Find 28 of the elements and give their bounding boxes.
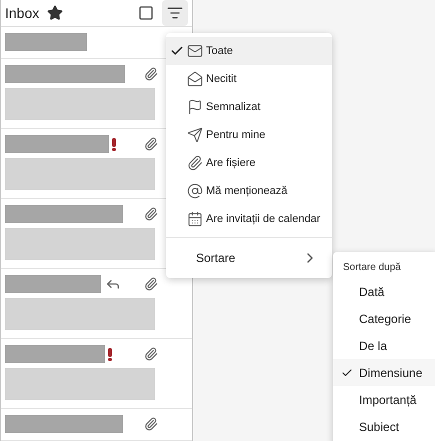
check-icon [341, 366, 353, 378]
sort-option[interactable]: Dimensiune [333, 359, 435, 386]
at-sign-icon [187, 183, 203, 199]
flag-icon [187, 99, 203, 115]
select-icon[interactable] [138, 5, 154, 21]
menu-item[interactable]: Pentru mine [166, 121, 332, 149]
menu-item[interactable]: Are fișiere [166, 149, 332, 177]
sort-option[interactable]: Dată [333, 278, 435, 305]
menu-item[interactable]: Semnalizat [166, 93, 332, 121]
sort-option[interactable]: Subiect [333, 413, 435, 440]
filter-button[interactable] [162, 0, 188, 26]
paperclip-icon [187, 155, 203, 171]
filter-icon [167, 5, 183, 21]
submenu-heading: Sortare după [342, 260, 402, 274]
mail-icon [187, 71, 203, 87]
sort-menu-item[interactable]: Sortare [166, 242, 332, 274]
sort-option[interactable]: Categorie [333, 305, 435, 332]
sort-option[interactable]: Importanță [333, 386, 435, 413]
folder-title: Inbox [5, 4, 40, 22]
sort-option[interactable]: De la [333, 332, 435, 359]
menu-item[interactable]: Toate [166, 37, 332, 65]
menu-item[interactable]: Mă menționează [166, 177, 332, 205]
mail-icon [187, 43, 203, 59]
star-icon[interactable] [47, 5, 64, 21]
calendar-icon [187, 211, 203, 227]
menu-item[interactable]: Necitit [166, 65, 332, 93]
menu-item[interactable]: Are invitații de calendar [166, 205, 332, 233]
send-icon [187, 127, 203, 143]
